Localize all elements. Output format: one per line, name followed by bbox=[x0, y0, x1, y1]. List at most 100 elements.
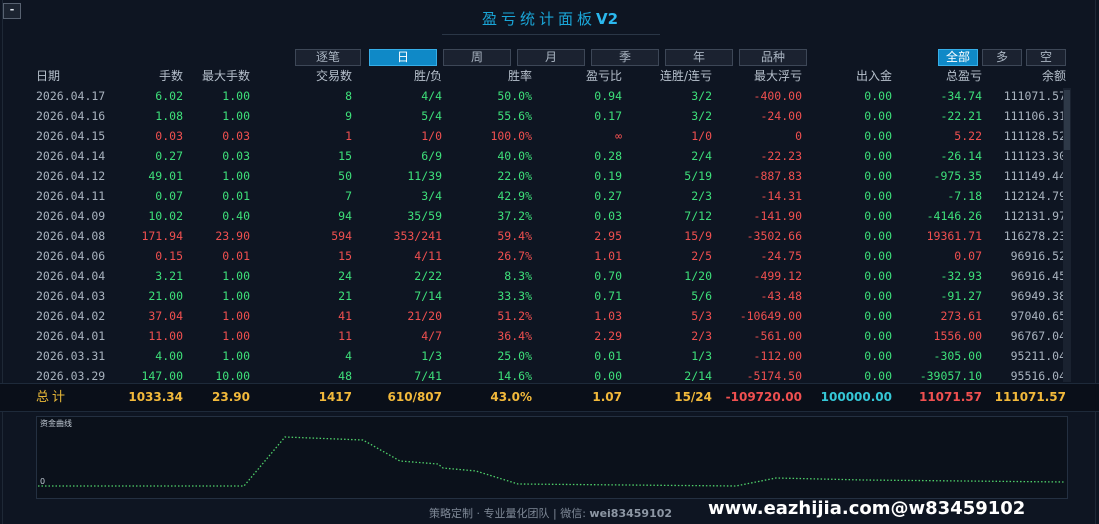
cell-deposits: 0.00 bbox=[864, 249, 892, 263]
cell-date: 2026.04.08 bbox=[36, 229, 106, 243]
cell-max-lots: 1.00 bbox=[222, 169, 250, 183]
table-row[interactable]: 2026.04.17 6.02 1.00 8 4/4 50.0% 0.94 3/2 -400.0… bbox=[0, 86, 1099, 106]
col-streaks: 连胜/连亏 bbox=[659, 69, 712, 83]
table-row[interactable]: 2026.04.04 3.21 1.00 24 2/22 8.3% 0.70 1/20 -499… bbox=[0, 266, 1099, 286]
table-row[interactable]: 2026.04.08 171.94 23.90 594 353/241 59.4% 2.95… bbox=[0, 226, 1099, 246]
collapse-button[interactable]: - bbox=[3, 3, 21, 19]
cell-lots: 6.02 bbox=[155, 89, 183, 103]
cell-streaks: 1/0 bbox=[691, 129, 712, 143]
cell-max-lots: 1.00 bbox=[222, 309, 250, 323]
total-trades: 1417 bbox=[318, 390, 352, 404]
totals-label: 总计 bbox=[36, 390, 69, 405]
cell-lots: 171.94 bbox=[141, 229, 183, 243]
cell-lots: 37.04 bbox=[148, 309, 183, 323]
cell-max-lots: 1.00 bbox=[222, 289, 250, 303]
title-text: 盈亏统计面板 bbox=[481, 10, 596, 28]
tab-year[interactable]: 年 bbox=[665, 49, 733, 66]
table-row[interactable]: 2026.03.31 4.00 1.00 4 1/3 25.0% 0.01 1/3 -112.0… bbox=[0, 346, 1099, 366]
cell-balance: 111149.44 bbox=[1003, 169, 1066, 183]
table-row[interactable]: 2026.04.09 10.02 0.40 94 35/59 37.2% 0.03 7/12 -… bbox=[0, 206, 1099, 226]
cell-trades: 94 bbox=[338, 209, 352, 223]
cell-lots: 0.03 bbox=[155, 129, 183, 143]
cell-deposits: 0.00 bbox=[864, 209, 892, 223]
cell-trades: 9 bbox=[345, 109, 352, 123]
cell-deposits: 0.00 bbox=[864, 349, 892, 363]
cell-pl-ratio: 0.94 bbox=[594, 89, 622, 103]
cell-win-loss: 4/11 bbox=[414, 249, 442, 263]
filter-all[interactable]: 全部 bbox=[938, 49, 978, 66]
table-row[interactable]: 2026.04.06 0.15 0.01 15 4/11 26.7% 1.01 2/5 -24.… bbox=[0, 246, 1099, 266]
tab-per-trade[interactable]: 逐笔 bbox=[295, 49, 361, 66]
cell-balance: 111123.30 bbox=[1003, 149, 1066, 163]
table-row[interactable]: 2026.04.02 37.04 1.00 41 21/20 51.2% 1.03 5/3 -1… bbox=[0, 306, 1099, 326]
cell-deposits: 0.00 bbox=[864, 289, 892, 303]
cell-win-loss: 35/59 bbox=[407, 209, 442, 223]
title-version: V2 bbox=[595, 10, 619, 28]
col-trades: 交易数 bbox=[315, 69, 352, 83]
cell-max-drawdown: -24.75 bbox=[760, 249, 802, 263]
footer-wechat: wei83459102 bbox=[589, 507, 673, 520]
cell-date: 2026.04.14 bbox=[36, 149, 106, 163]
cell-lots: 21.00 bbox=[148, 289, 183, 303]
cell-date: 2026.04.02 bbox=[36, 309, 106, 323]
cell-win-loss: 5/4 bbox=[421, 109, 442, 123]
cell-balance: 116278.23 bbox=[1003, 229, 1066, 243]
cell-win-rate: 25.0% bbox=[497, 349, 532, 363]
tab-month[interactable]: 月 bbox=[517, 49, 585, 66]
table-row[interactable]: 2026.04.12 49.01 1.00 50 11/39 22.0% 0.19 5/19 -… bbox=[0, 166, 1099, 186]
cell-balance: 96916.52 bbox=[1010, 249, 1066, 263]
cell-total-pl: -975.35 bbox=[933, 169, 982, 183]
cell-win-loss: 4/7 bbox=[421, 329, 442, 343]
cell-trades: 8 bbox=[345, 89, 352, 103]
cell-total-pl: 19361.71 bbox=[926, 229, 982, 243]
total-pl-ratio: 1.07 bbox=[592, 390, 622, 404]
table-row[interactable]: 2026.04.14 0.27 0.03 15 6/9 40.0% 0.28 2/4 -22.2… bbox=[0, 146, 1099, 166]
cell-max-lots: 1.00 bbox=[222, 269, 250, 283]
cell-win-rate: 40.0% bbox=[497, 149, 532, 163]
tab-day[interactable]: 日 bbox=[369, 49, 437, 66]
table-row[interactable]: 2026.04.11 0.07 0.01 7 3/4 42.9% 0.27 2/3 -14.31… bbox=[0, 186, 1099, 206]
cell-date: 2026.04.09 bbox=[36, 209, 106, 223]
cell-streaks: 2/3 bbox=[691, 189, 712, 203]
cell-win-rate: 59.4% bbox=[497, 229, 532, 243]
cell-balance: 95211.04 bbox=[1010, 349, 1066, 363]
tab-symbol[interactable]: 品种 bbox=[739, 49, 807, 66]
cell-max-lots: 1.00 bbox=[222, 89, 250, 103]
cell-deposits: 0.00 bbox=[864, 149, 892, 163]
total-streaks: 15/24 bbox=[674, 390, 712, 404]
cell-lots: 4.00 bbox=[155, 349, 183, 363]
filter-long[interactable]: 多 bbox=[982, 49, 1022, 66]
cell-deposits: 0.00 bbox=[864, 269, 892, 283]
cell-pl-ratio: 0.71 bbox=[594, 289, 622, 303]
cell-deposits: 0.00 bbox=[864, 89, 892, 103]
cell-total-pl: 273.61 bbox=[940, 309, 982, 323]
cell-lots: 0.07 bbox=[155, 189, 183, 203]
cell-lots: 0.15 bbox=[155, 249, 183, 263]
tab-week[interactable]: 周 bbox=[443, 49, 511, 66]
col-win-rate: 胜率 bbox=[507, 69, 532, 83]
cell-pl-ratio: 1.01 bbox=[594, 249, 622, 263]
cell-pl-ratio: 0.27 bbox=[594, 189, 622, 203]
table-row[interactable]: 2026.04.01 11.00 1.00 11 4/7 36.4% 2.29 2/3 -561… bbox=[0, 326, 1099, 346]
cell-date: 2026.04.15 bbox=[36, 129, 106, 143]
table-row[interactable]: 2026.04.16 1.08 1.00 9 5/4 55.6% 0.17 3/2 -24.00… bbox=[0, 106, 1099, 126]
cell-win-loss: 2/22 bbox=[414, 269, 442, 283]
tab-quarter[interactable]: 季 bbox=[591, 49, 659, 66]
equity-curve-line bbox=[38, 436, 1065, 487]
equity-zero-label: 0 bbox=[40, 477, 46, 486]
cell-balance: 111071.57 bbox=[1003, 89, 1066, 103]
cell-total-pl: -4146.26 bbox=[926, 209, 982, 223]
cell-lots: 11.00 bbox=[148, 329, 183, 343]
col-pl-ratio: 盈亏比 bbox=[585, 69, 622, 83]
cell-balance: 111128.52 bbox=[1003, 129, 1066, 143]
filter-short[interactable]: 空 bbox=[1026, 49, 1066, 66]
cell-streaks: 2/5 bbox=[691, 249, 712, 263]
cell-max-drawdown: -112.00 bbox=[753, 349, 802, 363]
cell-total-pl: 0.07 bbox=[954, 249, 982, 263]
table-row[interactable]: 2026.04.15 0.03 0.03 1 1/0 100.0% ∞ 1/0 0 0.00 5.2… bbox=[0, 126, 1099, 146]
total-deposits: 100000.00 bbox=[820, 390, 892, 404]
equity-chart-title: 资金曲线 bbox=[40, 419, 72, 428]
table-row[interactable]: 2026.04.03 21.00 1.00 21 7/14 33.3% 0.71 5/6 -43… bbox=[0, 286, 1099, 306]
scrollbar-thumb[interactable] bbox=[1064, 90, 1070, 150]
cell-total-pl: -34.74 bbox=[940, 89, 982, 103]
